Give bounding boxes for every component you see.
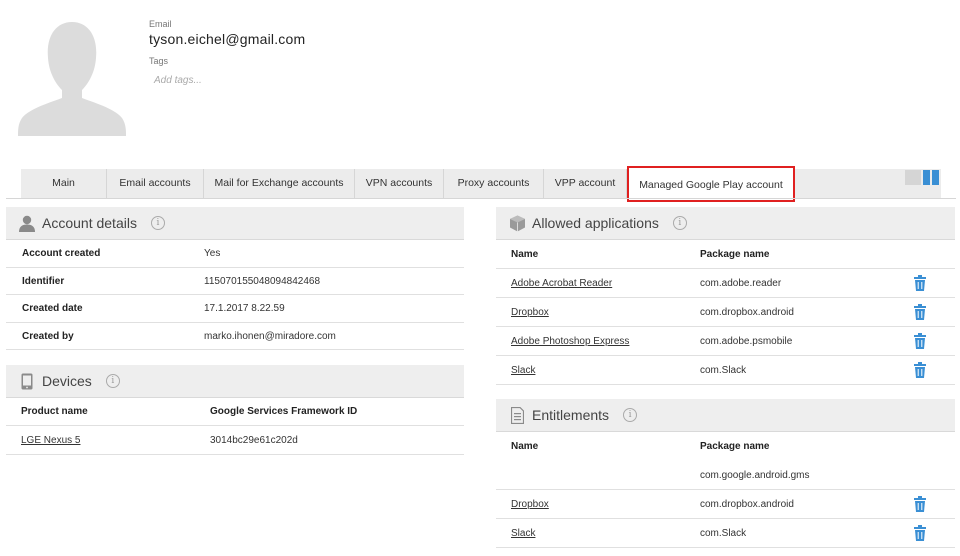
allowed-applications-panel: Allowed applications i Name Package name… [496,207,955,385]
entitlements-header: Entitlements i [496,399,955,432]
package-name: com.dropbox.android [700,306,794,318]
table-header-row: Name Package name [496,240,955,269]
tab-divider [6,198,956,199]
document-icon [508,406,526,424]
row-value: 115070155048094842468 [204,275,321,287]
tab-main[interactable]: Main [21,169,107,198]
row-label: Created by [22,330,74,342]
tags-input[interactable]: Add tags... [154,75,202,86]
table-row: LGE Nexus 5 3014bc29e61c202d [6,426,464,455]
package-name: com.Slack [700,364,747,376]
tab-mail-for-exchange[interactable]: Mail for Exchange accounts [204,169,355,198]
row-value: Yes [204,248,221,259]
tab-proxy-accounts[interactable]: Proxy accounts [444,169,544,198]
column-header: Name [511,248,539,260]
entitlements-panel: Entitlements i Name Package name com.goo… [496,399,955,548]
table-row: com.google.android.gms [496,461,955,490]
column-header: Package name [700,248,770,260]
tab-managed-google-play[interactable]: Managed Google Play account [627,166,795,202]
app-link[interactable]: Slack [511,365,700,376]
package-name: com.dropbox.android [700,498,794,510]
table-header-row: Name Package name [496,432,955,461]
layout-columns-icon[interactable] [923,170,930,185]
trash-icon[interactable] [913,333,927,349]
tags-label: Tags [149,56,169,66]
package-name: com.google.android.gms [700,469,810,481]
account-details-title: Account details [42,215,137,231]
table-row: Created date 17.1.2017 8.22.59 [6,295,464,323]
trash-icon[interactable] [913,362,927,378]
email-label: Email [149,19,172,29]
info-icon[interactable]: i [672,216,687,230]
trash-icon[interactable] [913,275,927,291]
app-link[interactable]: Adobe Acrobat Reader [511,278,700,289]
entitlements-title: Entitlements [532,407,610,423]
info-icon[interactable]: i [623,408,638,422]
trash-icon[interactable] [913,525,927,541]
tab-email-accounts[interactable]: Email accounts [107,169,204,198]
table-row: Dropbox com.dropbox.android [496,490,955,519]
email-value: tyson.eichel@gmail.com [149,31,306,47]
table-row: Dropbox com.dropbox.android [496,298,955,327]
table-header-row: Product name Google Services Framework I… [6,398,464,426]
entitlement-link[interactable]: Slack [511,528,700,539]
device-link[interactable]: LGE Nexus 5 [21,435,210,446]
table-row: Adobe Photoshop Express com.adobe.psmobi… [496,327,955,356]
table-row: Account created Yes [6,240,464,268]
column-header: Name [511,441,539,452]
account-details-header: Account details i [6,207,464,240]
gsf-id: 3014bc29e61c202d [210,434,298,446]
user-icon [18,214,36,232]
entitlement-link[interactable]: Dropbox [511,499,700,510]
table-row: Slack com.Slack [496,519,955,548]
tab-vpp-account[interactable]: VPP account [544,169,627,198]
devices-panel: Devices i Product name Google Services F… [6,365,464,455]
allowed-applications-title: Allowed applications [532,215,659,231]
row-label: Account created [22,248,101,259]
table-row: Adobe Acrobat Reader com.adobe.reader [496,269,955,298]
trash-icon[interactable] [913,496,927,512]
table-row: Slack com.Slack [496,356,955,385]
package-name: com.adobe.reader [700,277,782,289]
phone-icon [18,372,36,390]
account-details-panel: Account details i Account created Yes Id… [6,207,464,350]
allowed-applications-header: Allowed applications i [496,207,955,240]
app-link[interactable]: Adobe Photoshop Express [511,336,700,347]
row-value: 17.1.2017 8.22.59 [204,303,285,314]
app-link[interactable]: Dropbox [511,307,700,318]
column-header: Package name [700,441,770,452]
layout-single-icon[interactable] [905,170,921,185]
tab-bar: Main Email accounts Mail for Exchange ac… [21,166,941,202]
row-label: Created date [22,303,83,314]
row-value: marko.ihonen@miradore.com [204,330,336,342]
package-icon [508,214,526,232]
devices-header: Devices i [6,365,464,398]
table-row: Created by marko.ihonen@miradore.com [6,323,464,350]
layout-toggle[interactable] [905,170,939,185]
trash-icon[interactable] [913,304,927,320]
devices-title: Devices [42,373,92,389]
package-name: com.adobe.psmobile [700,335,793,347]
info-icon[interactable]: i [105,374,120,388]
tab-vpn-accounts[interactable]: VPN accounts [355,169,444,198]
package-name: com.Slack [700,527,747,539]
table-row: Identifier 115070155048094842468 [6,268,464,295]
info-icon[interactable]: i [150,216,165,230]
avatar [18,22,126,136]
column-header: Product name [21,406,88,417]
layout-columns-icon-right [932,170,939,185]
row-label: Identifier [22,275,65,287]
column-header: Google Services Framework ID [210,406,358,417]
